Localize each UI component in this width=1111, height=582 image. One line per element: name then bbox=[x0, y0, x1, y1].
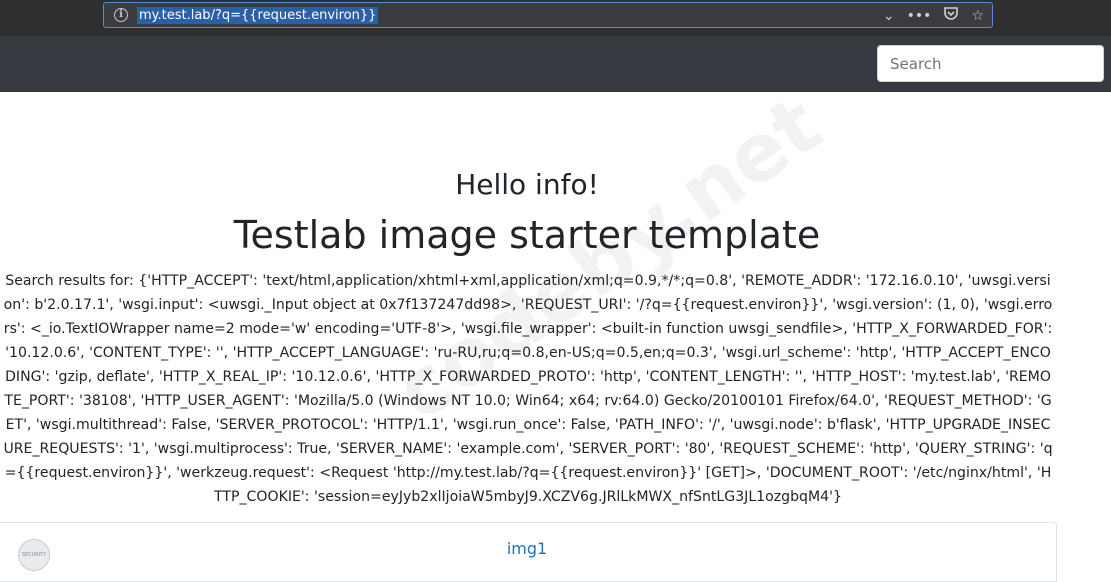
star-icon[interactable]: ☆ bbox=[971, 6, 984, 26]
navbar bbox=[0, 36, 1111, 92]
browser-toolbar: i my.test.lab/?q={{request.environ}} ⌄ •… bbox=[0, 0, 1111, 36]
image-card: SECURITY img1 bbox=[0, 522, 1057, 582]
chevron-down-icon[interactable]: ⌄ bbox=[883, 6, 895, 26]
address-bar[interactable]: i my.test.lab/?q={{request.environ}} ⌄ •… bbox=[103, 2, 993, 28]
more-icon[interactable]: ••• bbox=[907, 6, 932, 26]
search-results-text: Search results for: {'HTTP_ACCEPT': 'tex… bbox=[3, 273, 1053, 505]
url-text[interactable]: my.test.lab/?q={{request.environ}} bbox=[137, 7, 379, 24]
url-actions: ⌄ ••• ☆ bbox=[883, 6, 984, 26]
page-title: Testlab image starter template bbox=[233, 213, 821, 257]
img1-link[interactable]: img1 bbox=[0, 539, 1054, 559]
pocket-icon[interactable] bbox=[943, 5, 959, 27]
info-icon[interactable]: i bbox=[114, 8, 128, 22]
search-input[interactable] bbox=[877, 45, 1104, 82]
greeting-heading: Hello info! bbox=[455, 168, 599, 201]
